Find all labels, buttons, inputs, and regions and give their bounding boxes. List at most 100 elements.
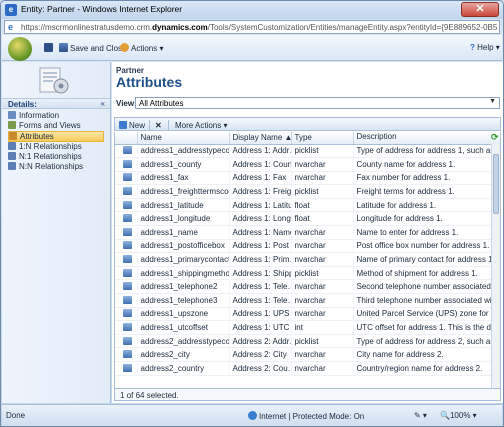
table-row[interactable]: address2_addresstypecode Address 2: Addr……: [115, 334, 500, 349]
status-text: Done: [6, 411, 26, 420]
page-icon: e: [8, 22, 14, 32]
cell-display-name: Address 1: Addr…: [229, 144, 292, 159]
cell-type: nvarchar: [291, 293, 354, 308]
grid-toolbar: New ✕ More Actions ▾: [114, 117, 501, 131]
select-column-header[interactable]: [115, 132, 138, 145]
cell-display-name: Address 1: Name: [229, 225, 292, 240]
table-row[interactable]: address1_primarycontact… Address 1: Prim……: [115, 252, 500, 267]
row-icon-cell: [115, 347, 138, 362]
help-menu[interactable]: ? Help ▾: [470, 43, 500, 52]
cell-display-name: Address 1: UPS …: [229, 307, 292, 322]
column-header-type[interactable]: Type: [291, 132, 354, 145]
attributes-table: Name Display Name ▲ Type Description ⟳ ad…: [115, 132, 500, 376]
attribute-icon: [123, 282, 132, 291]
attribute-icon: [123, 241, 132, 250]
sidebar-item-attributes[interactable]: Attributes: [8, 131, 104, 142]
crm-toolbar: Save and Close Actions ▾ ? Help ▾: [2, 35, 502, 61]
cell-name: address1_freighttermscode: [137, 184, 230, 199]
column-header-description[interactable]: Description ⟳: [353, 132, 500, 145]
cell-description: Longitude for address 1.: [353, 211, 500, 227]
cell-display-name: Address 1: Long…: [229, 211, 292, 227]
save-and-close-button[interactable]: Save and Close: [59, 43, 126, 53]
row-icon-cell: [115, 293, 138, 308]
save-button[interactable]: [44, 43, 55, 53]
cell-description: United Parcel Service (UPS) zone for add…: [353, 307, 500, 322]
more-actions-menu[interactable]: More Actions ▾: [175, 121, 228, 130]
information-icon: [8, 111, 16, 119]
cell-name: address1_telephone2: [137, 279, 230, 295]
table-row[interactable]: address1_freighttermscode Address 1: Frei…: [115, 184, 500, 199]
attribute-icon: [123, 146, 132, 155]
collapse-icon[interactable]: «: [101, 99, 105, 108]
column-header-display-name[interactable]: Display Name ▲: [229, 132, 292, 145]
table-row[interactable]: address1_utcoffsetAddress 1: UTC …intUTC…: [115, 320, 500, 335]
cell-description: Name of primary contact for address 1.: [353, 252, 500, 267]
table-row[interactable]: address1_telephone2 Address 1: Tele… nvarc…: [115, 279, 500, 295]
sidebar-item-label: N:N Relationships: [19, 162, 84, 171]
attribute-icon: [123, 309, 132, 318]
globe-icon: [248, 411, 257, 420]
table-row[interactable]: address1_longitudeAddress 1: Long…floatL…: [115, 211, 500, 227]
table-row[interactable]: address1_upszoneAddress 1: UPS …nvarchar…: [115, 307, 500, 322]
table-row[interactable]: address1_telephone3 Address 1: Tele… nvarc…: [115, 293, 500, 308]
new-label: New: [129, 121, 146, 130]
cell-type: picklist: [291, 334, 354, 349]
cell-name: address2_city: [137, 347, 230, 362]
grid-status: 1 of 64 selected.: [114, 388, 501, 401]
delete-button[interactable]: ✕: [155, 121, 162, 130]
cell-description: Post office box number for address 1.: [353, 239, 500, 254]
cell-display-name: Address 1: Prim…: [229, 252, 292, 267]
table-row[interactable]: address1_countyAddress 1: Countynvarchar…: [115, 157, 500, 172]
save-and-close-icon: [59, 43, 68, 52]
relationship-icon: [8, 152, 16, 160]
table-row[interactable]: address1_fax Address 1: Fax nvarchar Fax nu…: [115, 171, 500, 186]
sidebar-item-label: Information: [19, 111, 60, 120]
delete-icon: ✕: [155, 121, 162, 130]
cell-name: address1_postofficebox: [137, 239, 230, 254]
view-select[interactable]: All Attributes ▼: [135, 97, 500, 109]
table-row[interactable]: address2_city Address 2: City nvarchar City…: [115, 347, 500, 362]
cell-name: address1_utcoffset: [137, 320, 230, 335]
column-header-name[interactable]: Name: [137, 132, 230, 145]
table-row[interactable]: address1_addresstypecode Address 1: Addr……: [115, 144, 500, 159]
security-zone[interactable]: Internet | Protected Mode: On: [248, 411, 364, 421]
cell-name: address1_primarycontact…: [137, 252, 230, 267]
table-row[interactable]: address1_name Address 1: Name nvarchar Name…: [115, 225, 500, 240]
attribute-icon: [123, 187, 132, 196]
table-row[interactable]: address1_shippingmethod…Address 1: Shipp…: [115, 266, 500, 281]
left-navigation: Details: « Information Forms and Views A…: [2, 62, 111, 403]
protected-mode-icon[interactable]: ✎ ▾: [414, 411, 427, 420]
row-icon-cell: [115, 184, 138, 199]
vertical-scrollbar[interactable]: [491, 144, 500, 388]
new-button[interactable]: New: [119, 121, 145, 130]
browser-window: e Entity: Partner - Windows Internet Exp…: [0, 0, 504, 427]
cell-type: picklist: [291, 184, 354, 199]
attribute-icon: [123, 173, 132, 182]
cell-display-name: Address 1: County: [229, 157, 292, 172]
cell-description: Latitude for address 1.: [353, 198, 500, 213]
relationship-icon: [8, 162, 16, 170]
address-bar[interactable]: e https://mscrmonlinestratusdemo.crm.dyn…: [4, 20, 500, 34]
table-row[interactable]: address1_postofficeboxAddress 1: Post …n…: [115, 239, 500, 254]
row-icon-cell: [115, 144, 138, 159]
details-section-header[interactable]: Details: «: [2, 98, 110, 109]
table-header-row: Name Display Name ▲ Type Description ⟳: [115, 132, 500, 145]
close-window-button[interactable]: ✕: [461, 2, 499, 17]
sidebar-item-nn-relationships[interactable]: N:N Relationships: [8, 162, 104, 173]
cell-name: address1_county: [137, 157, 230, 172]
row-icon-cell: [115, 361, 138, 376]
cell-name: address1_shippingmethod…: [137, 266, 230, 281]
chevron-down-icon[interactable]: ▼: [489, 98, 496, 105]
attribute-icon: [123, 350, 132, 359]
scrollbar-thumb[interactable]: [493, 154, 499, 214]
attributes-grid: Name Display Name ▲ Type Description ⟳ ad…: [114, 132, 501, 388]
zoom-icon: 🔍: [440, 411, 450, 420]
actions-menu[interactable]: Actions ▾: [120, 43, 163, 53]
table-row[interactable]: address1_latitudeAddress 1: Latitu…float…: [115, 198, 500, 213]
refresh-icon[interactable]: ⟳: [491, 132, 499, 143]
url-text[interactable]: https://mscrmonlinestratusdemo.crm.dynam…: [21, 23, 497, 32]
zoom-control[interactable]: 🔍100% ▾: [440, 411, 477, 420]
display-name-header-label: Display Name: [232, 133, 283, 143]
cell-description: Freight terms for address 1.: [353, 184, 500, 199]
table-row[interactable]: address2_country Address 2: Cou… nvarchar C…: [115, 361, 500, 376]
